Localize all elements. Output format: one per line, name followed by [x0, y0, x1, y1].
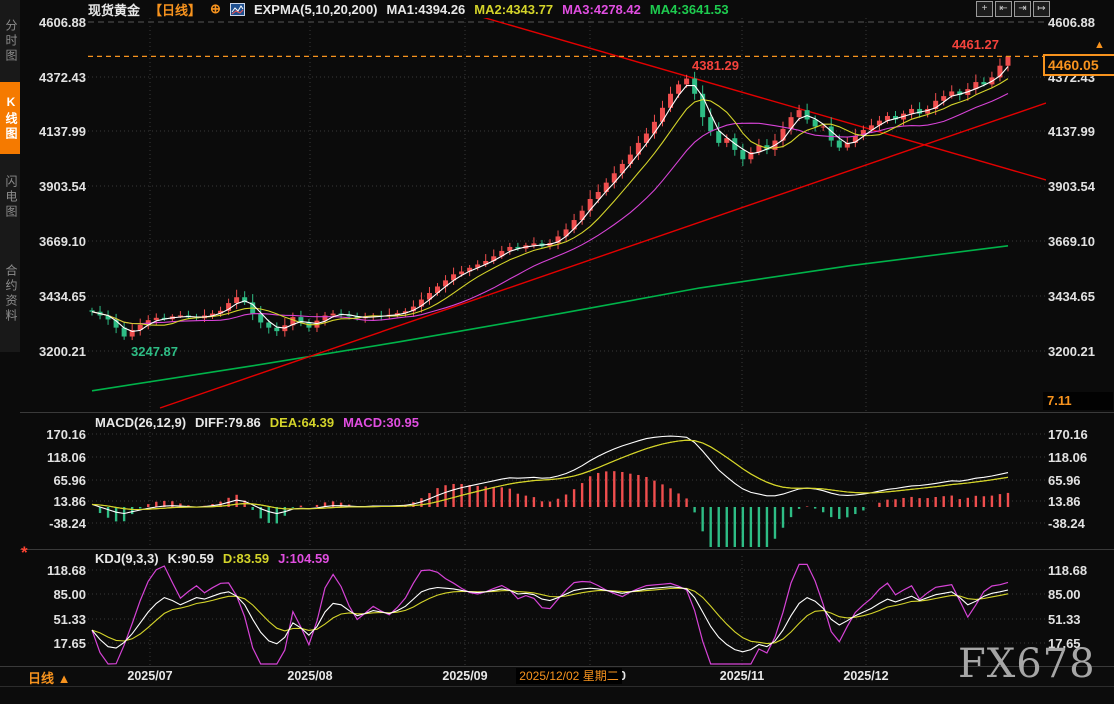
scale-left-icon[interactable]: ⇤: [995, 1, 1012, 17]
alert-star-icon[interactable]: *: [21, 543, 28, 563]
kdj-tick: 51.33: [22, 612, 86, 627]
kdj-title: KDJ(9,3,3): [95, 551, 159, 566]
macd-tick: 65.96: [22, 473, 86, 488]
kdj-header: KDJ(9,3,3) K:90.59 D:83.59 J:104.59: [95, 551, 329, 566]
price-tick: 3903.54: [22, 179, 86, 194]
macd-tick: 118.06: [22, 450, 86, 465]
main-price-layer: [88, 2, 1046, 408]
xaxis-month-label: 2025/08: [287, 669, 332, 683]
indicator-params: EXPMA(5,10,20,200): [254, 2, 378, 17]
panel-separator: [20, 412, 1114, 413]
ma1-value: MA1:4394.26: [387, 2, 466, 17]
ma2-value: MA2:4343.77: [474, 2, 553, 17]
price-up-arrow-icon: ▲: [1094, 39, 1105, 51]
macd-tick: 13.86: [1048, 494, 1110, 509]
shift-right-icon[interactable]: ↦: [1033, 1, 1050, 17]
chart-header: 现货黄金 【日线】 ⊕ EXPMA(5,10,20,200) MA1:4394.…: [88, 1, 729, 17]
mini-chart-icon[interactable]: [230, 3, 245, 16]
date-tooltip: 2025/12/02 星期二: [516, 668, 622, 684]
kdj-k-value: K:90.59: [168, 551, 214, 566]
session-high-label: 4461.27: [952, 37, 999, 52]
circle-plus-icon[interactable]: ⊕: [210, 1, 221, 17]
kdj-tick: 118.68: [1048, 563, 1110, 578]
ma4-value: MA4:3641.53: [650, 2, 729, 17]
symbol-name: 现货黄金: [88, 0, 140, 19]
panel-separator: [20, 549, 1114, 550]
peak-high-label: 4381.29: [692, 58, 739, 73]
scale-right-icon[interactable]: ⇥: [1014, 1, 1031, 17]
current-price-box: 4460.05: [1043, 54, 1114, 76]
watermark: FX678: [958, 641, 1096, 687]
macd-diff-value: DIFF:79.86: [195, 415, 261, 430]
price-tick: 4137.99: [22, 124, 86, 139]
period-selector[interactable]: 日线 ▲: [28, 668, 70, 687]
ma3-value: MA3:4278.42: [562, 2, 641, 17]
price-tick: 4372.43: [22, 70, 86, 85]
price-tick: 3669.10: [22, 234, 86, 249]
kdj-tick: 85.00: [22, 587, 86, 602]
kdj-tick: 118.68: [22, 563, 86, 578]
session-low-label: 3247.87: [131, 344, 178, 359]
change-value-box: 7.11: [1043, 392, 1113, 410]
price-tick: 3669.10: [1048, 234, 1110, 249]
sidebar-item-contract-info[interactable]: 合约资料: [0, 244, 20, 344]
macd-title: MACD(26,12,9): [95, 415, 186, 430]
xaxis-month-label: 2025/11: [720, 669, 765, 683]
macd-layer: [92, 436, 1008, 547]
sidebar-item-kline-chart[interactable]: K线图: [0, 82, 20, 154]
macd-value: MACD:30.95: [343, 415, 419, 430]
macd-tick: -38.24: [1048, 516, 1110, 531]
macd-tick: 13.86: [22, 494, 86, 509]
price-tick: 3200.21: [1048, 344, 1110, 359]
macd-tick: -38.24: [22, 516, 86, 531]
kdj-tick: 17.65: [22, 636, 86, 651]
kdj-d-value: D:83.59: [223, 551, 269, 566]
macd-tick: 65.96: [1048, 473, 1110, 488]
sidebar-item-flash-chart[interactable]: 闪电图: [0, 160, 20, 234]
price-tick: 4606.88: [1048, 15, 1110, 30]
macd-tick: 170.16: [1048, 427, 1110, 442]
macd-tick: 118.06: [1048, 450, 1110, 465]
macd-tick: 170.16: [22, 427, 86, 442]
kdj-j-value: J:104.59: [278, 551, 329, 566]
chart-tools: + ⇤ ⇥ ↦: [976, 1, 1050, 17]
price-tick: 3200.21: [22, 344, 86, 359]
xaxis-month-label: 2025/07: [127, 669, 172, 683]
period-tag[interactable]: 【日线】: [149, 0, 201, 19]
kdj-tick: 51.33: [1048, 612, 1110, 627]
price-tick: 3434.65: [1048, 289, 1110, 304]
price-tick: 3434.65: [22, 289, 86, 304]
macd-dea-value: DEA:64.39: [270, 415, 334, 430]
price-tick: 4606.88: [22, 15, 86, 30]
pan-icon[interactable]: +: [976, 1, 993, 17]
kdj-layer: [92, 564, 1008, 664]
xaxis-month-label: 2025/12: [843, 669, 888, 683]
sidebar-item-time-chart[interactable]: 分时图: [0, 4, 20, 78]
chart-app: 分时图 K线图 闪电图 合约资料 现货黄金 【日线】 ⊕ EXPMA(5,10,…: [0, 0, 1114, 704]
kdj-tick: 85.00: [1048, 587, 1110, 602]
price-tick: 3903.54: [1048, 179, 1110, 194]
bottom-toolbar: [0, 687, 1114, 704]
price-tick: 4137.99: [1048, 124, 1110, 139]
macd-header: MACD(26,12,9) DIFF:79.86 DEA:64.39 MACD:…: [95, 415, 419, 430]
xaxis-month-label: 2025/09: [442, 669, 487, 683]
left-sidebar: 分时图 K线图 闪电图 合约资料: [0, 0, 20, 352]
